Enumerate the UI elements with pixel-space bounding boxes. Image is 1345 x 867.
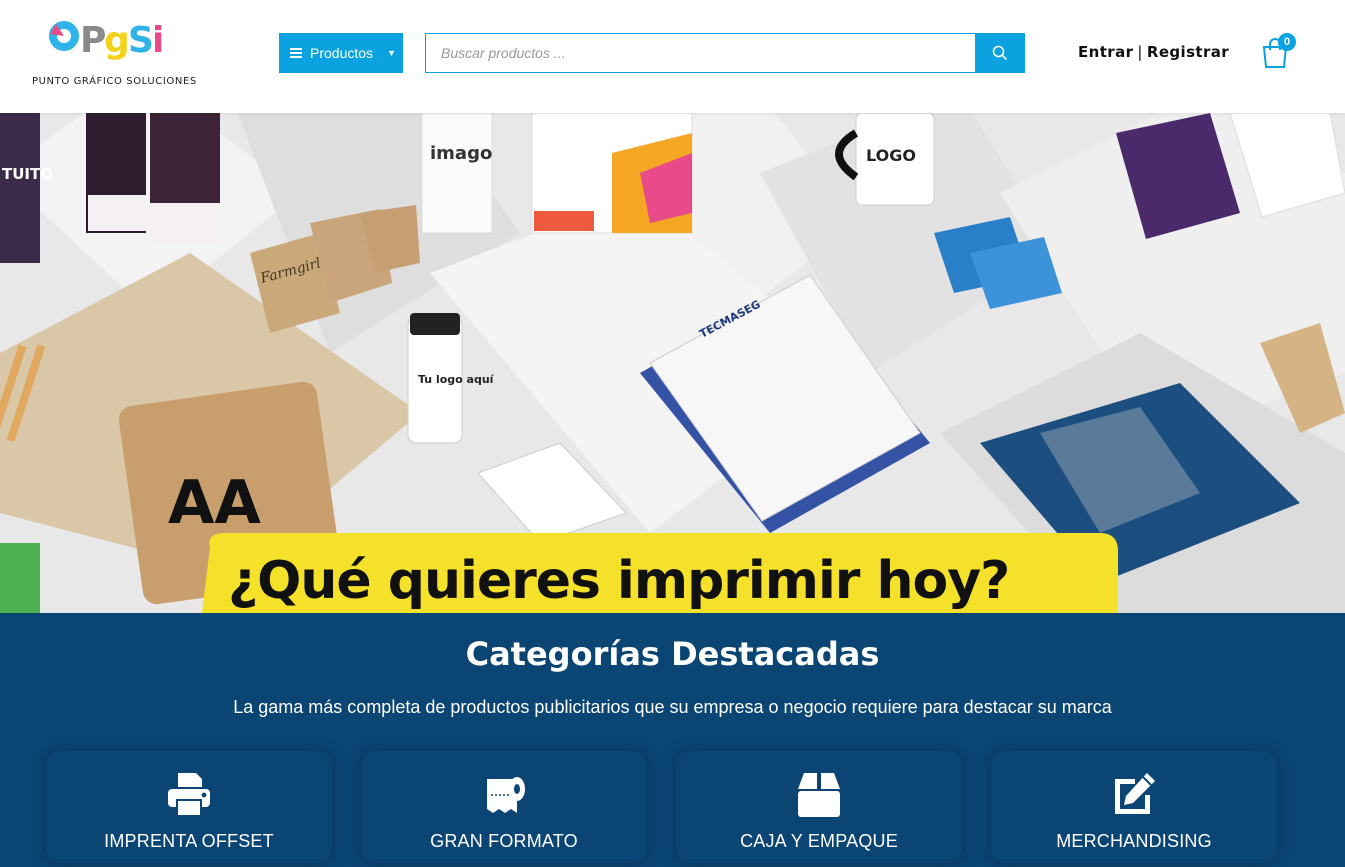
category-label: IMPRENTA OFFSET <box>104 831 274 851</box>
pgsi-logo-icon: P g S i <box>49 20 164 61</box>
cart-button[interactable]: 0 <box>1260 33 1300 69</box>
search-icon <box>992 45 1008 61</box>
edit-icon <box>1115 773 1155 814</box>
logo-subtitle: PUNTO GRÁFICO SOLUCIONES <box>32 76 197 87</box>
account-links: Entrar | Registrar <box>1078 43 1229 61</box>
hero-collage: TUITO imago LOGO Farmgirl AA Tu logo aqu… <box>0 113 1345 613</box>
bottle-text: Tu logo aquí <box>418 373 495 386</box>
site-logo[interactable]: P g S i PUNTO GRÁFICO SOLUCIONES <box>30 12 196 92</box>
site-header: P g S i PUNTO GRÁFICO SOLUCIONES Product… <box>0 0 1345 113</box>
featured-categories-section: Categorías Destacadas La gama más comple… <box>0 613 1345 867</box>
login-link[interactable]: Entrar <box>1078 43 1133 61</box>
hero-banner[interactable]: TUITO imago LOGO Farmgirl AA Tu logo aqu… <box>0 113 1345 613</box>
caret-down-icon: ▼ <box>387 48 396 58</box>
banner-text: TUITO <box>2 165 53 183</box>
category-card-merchandising[interactable]: MERCHANDISING <box>991 751 1277 863</box>
svg-text:i: i <box>152 20 164 61</box>
category-label: MERCHANDISING <box>1056 831 1212 851</box>
svg-text:P: P <box>80 20 106 61</box>
products-menu-button[interactable]: Productos ▼ <box>279 33 403 73</box>
svg-text:g: g <box>104 20 130 61</box>
mug-text: LOGO <box>866 146 916 165</box>
category-label: CAJA Y EMPAQUE <box>740 831 898 851</box>
search-bar <box>425 33 1025 73</box>
products-menu-label: Productos <box>310 45 374 61</box>
hamburger-icon <box>290 48 302 58</box>
categories-title: Categorías Destacadas <box>465 635 880 673</box>
printer-icon <box>168 773 210 815</box>
category-card-gran-formato[interactable]: GRAN FORMATO <box>361 751 647 863</box>
category-card-imprenta-offset[interactable]: IMPRENTA OFFSET <box>46 751 332 863</box>
cart-count-badge: 0 <box>1278 33 1296 51</box>
svg-text:S: S <box>128 20 154 61</box>
auth-separator: | <box>1137 43 1143 61</box>
box-icon <box>798 773 840 817</box>
category-card-caja-empaque[interactable]: CAJA Y EMPAQUE <box>676 751 962 863</box>
svg-text:AA: AA <box>168 468 261 538</box>
category-label: GRAN FORMATO <box>430 831 578 851</box>
register-link[interactable]: Registrar <box>1147 43 1229 61</box>
paper-roll-icon <box>487 777 525 813</box>
search-input[interactable] <box>425 33 975 73</box>
search-button[interactable] <box>975 33 1025 73</box>
brochure-brand-text: imago <box>430 143 492 164</box>
hero-headline: ¿Qué quieres imprimir hoy? <box>228 551 1010 611</box>
categories-subtitle: La gama más completa de productos public… <box>233 697 1112 717</box>
